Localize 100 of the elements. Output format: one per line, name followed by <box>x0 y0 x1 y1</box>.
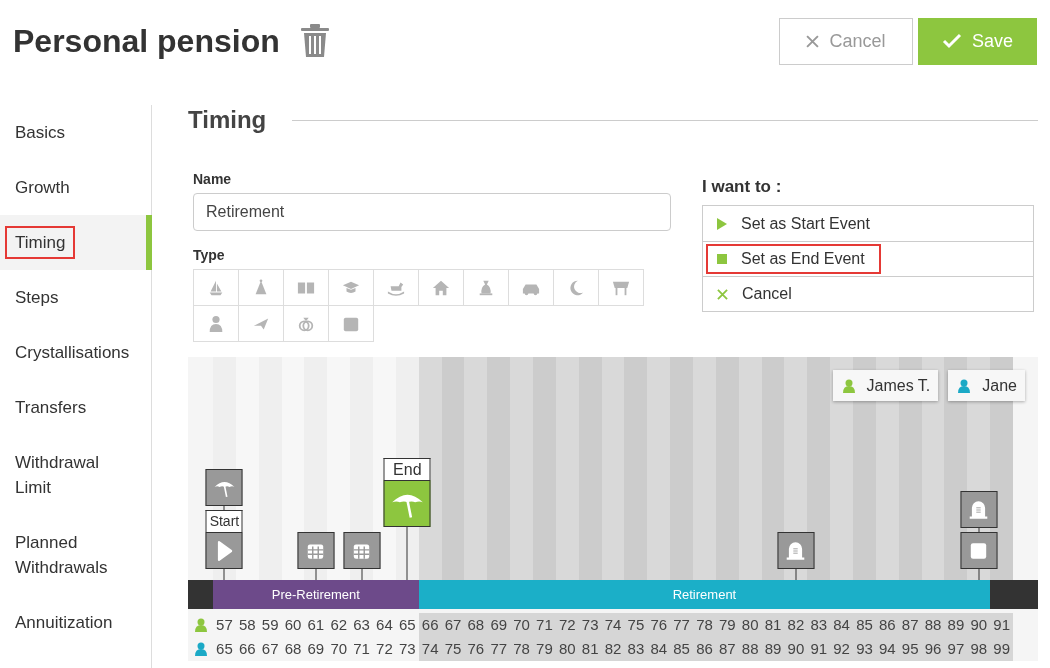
type-option[interactable] <box>418 269 464 306</box>
sidebar-item[interactable]: Annuitization <box>0 595 152 650</box>
house-icon <box>432 278 450 297</box>
age-number: 67 <box>441 613 465 637</box>
age-number: 97 <box>944 637 968 661</box>
age-number: 71 <box>533 613 556 637</box>
money-bag-icon <box>477 278 495 297</box>
age-number: 79 <box>715 613 739 637</box>
person-toggle[interactable]: Jane <box>948 370 1025 401</box>
type-option[interactable] <box>193 305 239 342</box>
age-number: 72 <box>375 639 394 659</box>
event-marker[interactable] <box>777 532 815 569</box>
age-number: 91 <box>807 637 831 661</box>
age-number: 84 <box>830 613 854 637</box>
age-number: 99 <box>990 637 1014 661</box>
type-option[interactable] <box>598 269 644 306</box>
sidebar-item[interactable]: Transfers <box>0 380 152 435</box>
type-option[interactable] <box>463 269 509 306</box>
age-number: 68 <box>283 639 303 659</box>
age-number: 94 <box>875 637 899 661</box>
tombstone-icon <box>784 539 807 562</box>
age-number: 88 <box>738 637 762 661</box>
age-number: 73 <box>397 639 417 659</box>
sidebar-item[interactable]: Basics <box>0 105 152 160</box>
type-option[interactable] <box>508 269 554 306</box>
age-number: 71 <box>352 639 371 659</box>
age-number: 74 <box>601 613 625 637</box>
section-title: Timing <box>188 106 267 134</box>
age-number: 60 <box>283 615 303 635</box>
age-number: 80 <box>738 613 762 637</box>
event-marker[interactable] <box>960 491 998 528</box>
age-number: 69 <box>487 613 511 637</box>
event-marker[interactable] <box>343 532 381 569</box>
age-number: 86 <box>875 613 899 637</box>
age-number: 96 <box>921 637 945 661</box>
action-item[interactable]: Set as End Event <box>703 241 1033 276</box>
age-number: 70 <box>510 613 534 637</box>
sidebar-item[interactable]: Planned Withdrawals <box>0 515 152 595</box>
age-number: 86 <box>693 637 716 661</box>
age-number: 87 <box>898 613 922 637</box>
age-number: 89 <box>944 613 968 637</box>
age-number: 89 <box>761 637 785 661</box>
age-number: 64 <box>375 615 394 635</box>
age-number: 61 <box>306 615 326 635</box>
age-number: 72 <box>555 613 579 637</box>
type-option[interactable] <box>328 305 374 342</box>
sidebar-item[interactable]: Steps <box>0 270 152 325</box>
event-marker[interactable] <box>205 532 243 569</box>
event-marker[interactable] <box>383 480 431 527</box>
sidebar-item[interactable]: Growth <box>0 160 152 215</box>
event-label: Start <box>205 510 243 532</box>
person-icon <box>207 314 225 333</box>
age-number: 90 <box>967 613 991 637</box>
age-number: 59 <box>260 615 280 635</box>
age-number: 81 <box>578 637 602 661</box>
age-number: 81 <box>761 613 785 637</box>
event-marker[interactable] <box>960 532 998 569</box>
type-option[interactable] <box>553 269 599 306</box>
period-band: Pre-Retirement <box>213 580 419 609</box>
age-number: 76 <box>464 637 488 661</box>
age-number: 77 <box>487 637 511 661</box>
action-item[interactable]: Cancel <box>703 276 1033 311</box>
type-option[interactable] <box>193 269 239 306</box>
age-number: 79 <box>533 637 556 661</box>
age-number: 76 <box>647 613 671 637</box>
play-icon <box>717 217 727 230</box>
age-number: 87 <box>715 637 739 661</box>
age-number: 62 <box>329 615 349 635</box>
age-number: 66 <box>418 613 442 637</box>
name-label: Name <box>193 171 233 189</box>
action-item[interactable]: Set as Start Event <box>703 206 1033 241</box>
age-number: 91 <box>990 613 1014 637</box>
age-number: 90 <box>784 637 808 661</box>
page-title: Personal pension <box>13 22 280 60</box>
age-number: 57 <box>215 615 234 635</box>
sidebar-item[interactable]: Crystallisations <box>0 325 152 380</box>
age-number: 63 <box>352 615 371 635</box>
age-number: 69 <box>306 639 326 659</box>
age-number: 73 <box>578 613 602 637</box>
sidebar-item[interactable]: Timing <box>0 215 152 270</box>
close-icon <box>806 34 820 48</box>
age-number: 77 <box>670 613 694 637</box>
sidebar-item[interactable]: Withdrawal Limit <box>0 435 152 515</box>
age-number: 70 <box>329 639 349 659</box>
age-number: 93 <box>853 637 876 661</box>
stop-icon <box>717 254 727 264</box>
event-marker[interactable] <box>205 469 243 506</box>
age-number: 80 <box>555 637 579 661</box>
age-number: 65 <box>215 639 234 659</box>
age-number: 85 <box>853 613 876 637</box>
age-number: 82 <box>601 637 625 661</box>
type-option[interactable] <box>373 269 419 306</box>
person-toggle[interactable]: James T. <box>832 370 939 401</box>
age-number: 74 <box>418 637 442 661</box>
trash-icon[interactable] <box>299 24 330 58</box>
event-marker[interactable] <box>297 532 335 569</box>
name-field[interactable]: Retirement <box>193 193 671 231</box>
age-number: 58 <box>237 615 257 635</box>
age-number: 66 <box>237 639 257 659</box>
age-number: 65 <box>397 615 417 635</box>
